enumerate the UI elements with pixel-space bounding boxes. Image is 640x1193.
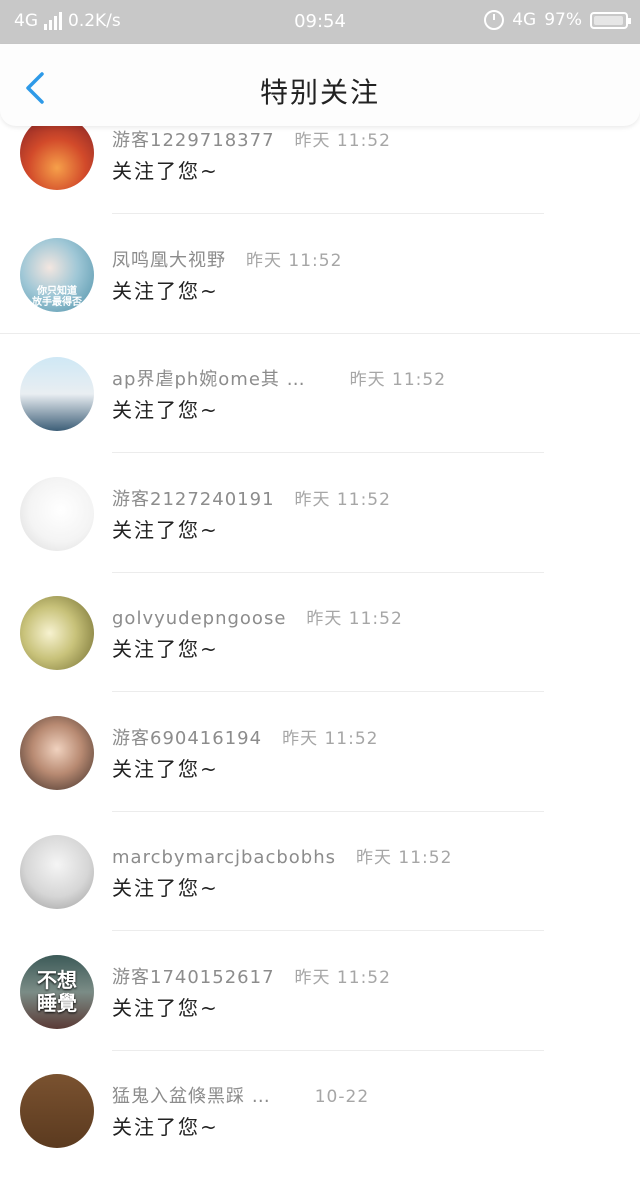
status-bar: 4G 0.2K/s 09:54 4G 97% <box>0 0 640 44</box>
item-meta: marcbymarcjbacbobhs 昨天 11:52 <box>112 843 452 868</box>
divider <box>0 332 640 334</box>
page-title: 特别关注 <box>259 76 380 109</box>
battery-fill <box>594 15 624 25</box>
divider <box>112 452 544 453</box>
item-meta: 游客1229718377 昨天 11:52 <box>112 126 391 152</box>
item-meta: 凤鸣凰大视野 昨天 11:52 <box>112 246 342 272</box>
avatar-caption: 不想 睡覺 <box>20 967 94 1015</box>
timestamp: 昨天 11:52 <box>306 609 403 629</box>
list-item[interactable]: marcbymarcjbacbobhs 昨天 11:52 关注了您~ <box>0 835 640 954</box>
avatar[interactable] <box>20 476 94 551</box>
header: 特别关注 <box>0 44 640 126</box>
action-text: 关注了您~ <box>112 159 219 183</box>
network-right-label: 4G <box>512 10 537 30</box>
avatar[interactable] <box>20 835 94 909</box>
avatar[interactable] <box>20 116 94 190</box>
item-meta: 游客2127240191 昨天 11:52 <box>112 485 391 511</box>
divider <box>112 571 544 573</box>
action-text: 关注了您~ <box>112 1115 219 1139</box>
timestamp: 昨天 11:52 <box>349 370 447 390</box>
divider <box>112 691 544 692</box>
item-meta: golvyudepngoose 昨天 11:52 <box>112 604 403 629</box>
nickname[interactable]: 游客1229718377 <box>112 126 275 152</box>
divider <box>112 213 544 214</box>
action-text: 关注了您~ <box>112 637 219 661</box>
timestamp: 昨天 11:52 <box>294 131 391 151</box>
item-meta: ap界虐ph婉ome其 … 昨天 11:52 <box>112 365 446 391</box>
avatar[interactable] <box>20 596 94 670</box>
divider <box>112 1049 544 1051</box>
divider <box>112 810 544 812</box>
nickname[interactable]: golvyudepngoose <box>112 608 286 629</box>
action-text: 关注了您~ <box>112 278 219 303</box>
timestamp: 昨天 11:52 <box>282 728 379 749</box>
item-meta: 游客1740152617 昨天 11:52 <box>112 963 391 989</box>
avatar[interactable] <box>20 357 94 431</box>
nickname[interactable]: marcbymarcjbacbobhs <box>112 847 336 868</box>
status-right: 4G 97% <box>484 10 631 30</box>
timestamp: 昨天 11:52 <box>294 967 391 988</box>
nickname[interactable]: 游客690416194 <box>112 724 262 750</box>
nickname[interactable]: 凤鸣凰大视野 <box>112 246 226 272</box>
nickname[interactable]: 游客2127240191 <box>112 485 275 511</box>
list-item[interactable]: 游客1229718377 昨天 11:52 关注了您~ <box>0 116 640 237</box>
divider <box>112 930 544 931</box>
list-item[interactable]: ap界虐ph婉ome其 … 昨天 11:52 关注了您~ <box>0 357 640 476</box>
action-text: 关注了您~ <box>112 995 219 1020</box>
nickname[interactable]: ap界虐ph婉ome其 … <box>112 365 306 391</box>
avatar[interactable]: 你只知道 放手最得否 <box>20 237 94 312</box>
list-item[interactable]: 不想 睡覺 游客1740152617 昨天 11:52 关注了您~ <box>0 954 640 1074</box>
action-text: 关注了您~ <box>112 517 219 542</box>
list-item[interactable]: golvyudepngoose 昨天 11:52 关注了您~ <box>0 596 640 715</box>
list-item[interactable]: 游客690416194 昨天 11:52 关注了您~ <box>0 715 640 835</box>
timestamp: 昨天 11:52 <box>294 489 391 510</box>
list-item[interactable]: 游客2127240191 昨天 11:52 关注了您~ <box>0 476 640 596</box>
timestamp: 昨天 11:52 <box>356 848 453 868</box>
avatar[interactable] <box>20 1074 94 1148</box>
avatar-caption-line: 不想 <box>37 967 77 992</box>
list-item[interactable]: 你只知道 放手最得否 凤鸣凰大视野 昨天 11:52 关注了您~ <box>0 237 640 357</box>
action-text: 关注了您~ <box>112 756 219 781</box>
nickname[interactable]: 游客1740152617 <box>112 963 275 989</box>
action-text: 关注了您~ <box>112 398 219 422</box>
avatar-caption-line: 放手最得否 <box>32 297 82 308</box>
avatar[interactable]: 不想 睡覺 <box>20 954 94 1029</box>
nickname[interactable]: 猛鬼入盆倏黑踩 … <box>112 1082 271 1108</box>
item-meta: 游客690416194 昨天 11:52 <box>112 724 378 750</box>
avatar-caption-line: 你只知道 <box>37 285 77 297</box>
avatar-caption-line: 睡覺 <box>37 990 77 1015</box>
avatar[interactable] <box>20 715 94 790</box>
battery-percent: 97% <box>544 10 582 30</box>
timestamp: 10-22 <box>314 1087 370 1107</box>
item-meta: 猛鬼入盆倏黑踩 … 10-22 <box>112 1082 369 1108</box>
alarm-icon <box>484 10 505 30</box>
battery-icon <box>590 11 631 29</box>
avatar-caption: 你只知道 放手最得否 <box>20 286 94 309</box>
list-item[interactable]: 猛鬼入盆倏黑踩 … 10-22 关注了您~ <box>0 1074 640 1193</box>
action-text: 关注了您~ <box>112 876 219 900</box>
timestamp: 昨天 11:52 <box>246 250 343 271</box>
